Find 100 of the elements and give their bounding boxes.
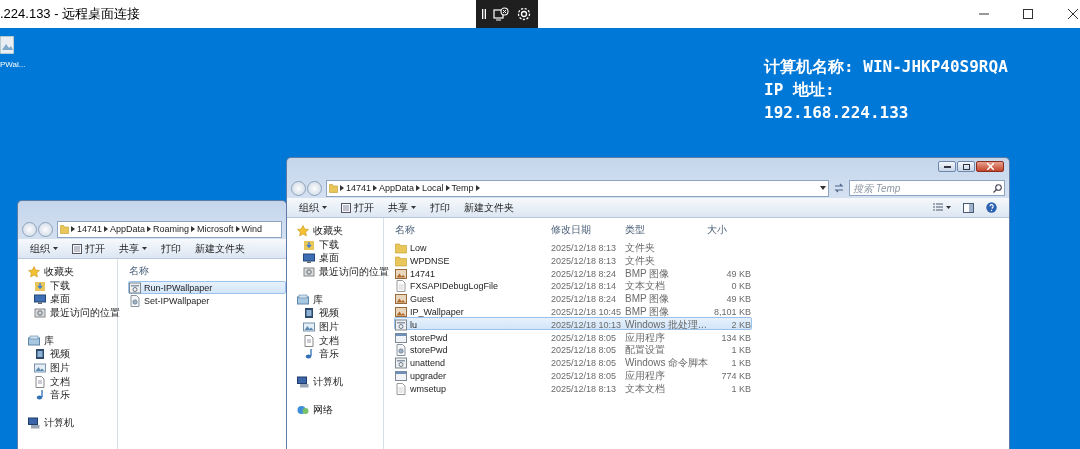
navigation-item[interactable]: 音乐 bbox=[34, 388, 70, 403]
navigation-item[interactable]: 图片 bbox=[34, 361, 70, 375]
toolbar-button[interactable]: 打开 bbox=[341, 200, 374, 215]
program-icon bbox=[395, 331, 407, 344]
view-options-icon[interactable] bbox=[933, 203, 951, 212]
navigation-item[interactable]: 下载 bbox=[303, 237, 339, 252]
toolbar-button[interactable]: 打印 bbox=[161, 241, 181, 256]
desktop-icon-label[interactable]: PWal... bbox=[0, 60, 26, 69]
column-header[interactable]: 名称 bbox=[395, 223, 551, 237]
column-header[interactable]: 大小 bbox=[707, 223, 751, 237]
preview-pane-icon[interactable] bbox=[963, 202, 974, 213]
navigation-item[interactable]: 音乐 bbox=[303, 347, 339, 362]
toolbar-button[interactable]: 新建文件夹 bbox=[195, 241, 245, 256]
file-date: 2025/12/18 8:13 bbox=[551, 255, 618, 266]
navigation-item[interactable]: 最近访问的位置 bbox=[34, 306, 120, 320]
file-size: 1 KB bbox=[730, 358, 751, 369]
toolbar-button[interactable]: 打印 bbox=[430, 200, 450, 215]
file-row[interactable]: Set-IPWallpaper bbox=[128, 293, 286, 307]
file-row[interactable]: IP_Wallpaper 2025/12/18 10:45 BMP 图像 8,101 KB bbox=[394, 304, 752, 317]
address-segment[interactable]: AppData bbox=[379, 183, 415, 193]
address-segment[interactable]: Microsoft bbox=[197, 224, 234, 234]
script-file-icon bbox=[395, 357, 407, 370]
navigation-item[interactable]: 网络 bbox=[297, 402, 333, 417]
file-name: Set-IPWallpaper bbox=[144, 295, 210, 306]
pin-bars-icon[interactable] bbox=[481, 8, 486, 20]
refresh-icon[interactable] bbox=[833, 182, 845, 194]
file-name: wmsetup bbox=[410, 383, 446, 394]
file-row[interactable]: unattend 2025/12/18 8:05 Windows 命令脚本 1 KB bbox=[394, 355, 752, 368]
navigation-item[interactable]: 文档 bbox=[34, 374, 70, 389]
film-icon bbox=[34, 348, 46, 361]
navigation-item[interactable]: 库 bbox=[297, 292, 323, 307]
navigation-item[interactable]: 计算机 bbox=[297, 375, 343, 389]
chevron-icon bbox=[445, 185, 450, 191]
dropdown-caret-icon[interactable] bbox=[820, 186, 826, 190]
file-row[interactable]: wmsetup 2025/12/18 8:13 文本文档 1 KB bbox=[394, 380, 752, 394]
settings-file-icon bbox=[129, 294, 141, 307]
file-row[interactable]: lu 2025/12/18 10:13 Windows 批处理... 2 KB bbox=[394, 316, 752, 330]
picture-icon bbox=[303, 320, 315, 333]
navigation-item[interactable]: 最近访问的位置 bbox=[303, 265, 389, 279]
maximize-button[interactable] bbox=[957, 161, 975, 172]
toolbar-button[interactable]: 共享 bbox=[388, 200, 416, 215]
toolbar-button[interactable]: 组织 bbox=[30, 241, 58, 256]
file-row[interactable]: storePwd 2025/12/18 8:05 应用程序 134 KB bbox=[394, 329, 752, 343]
help-icon[interactable] bbox=[986, 202, 997, 213]
file-row[interactable]: WPDNSE 2025/12/18 8:13 文件夹 bbox=[394, 252, 752, 266]
file-row[interactable]: Low 2025/12/18 8:13 文件夹 bbox=[394, 240, 752, 253]
file-date: 2025/12/18 8:14 bbox=[551, 281, 618, 292]
navigation-item[interactable]: 桌面 bbox=[303, 251, 339, 266]
toolbar-button[interactable]: 打开 bbox=[72, 241, 105, 256]
navigation-item[interactable]: 文档 bbox=[303, 333, 339, 348]
computer-icon bbox=[297, 376, 309, 389]
recent-places-icon bbox=[303, 265, 315, 278]
file-row[interactable]: Guest 2025/12/18 8:24 BMP 图像 49 KB bbox=[394, 291, 752, 304]
navigation-item[interactable]: 库 bbox=[28, 333, 54, 348]
address-segment[interactable]: 14741 bbox=[77, 224, 103, 234]
file-name: unattend bbox=[410, 358, 446, 369]
connection-icon[interactable] bbox=[493, 7, 509, 21]
navigation-item[interactable]: 收藏夹 bbox=[28, 265, 74, 279]
text-file-icon bbox=[395, 280, 407, 293]
info-text: 192.168.224.133 bbox=[764, 102, 910, 124]
navigation-item[interactable]: 计算机 bbox=[28, 416, 74, 430]
address-segment[interactable]: Roaming bbox=[153, 224, 190, 234]
close-button[interactable] bbox=[976, 161, 1004, 172]
library-icon bbox=[28, 334, 40, 347]
navigation-item[interactable]: 桌面 bbox=[34, 292, 70, 307]
file-row[interactable]: upgrader 2025/12/18 8:05 应用程序 774 KB bbox=[394, 367, 752, 381]
toolbar-button[interactable]: 组织 bbox=[299, 200, 327, 215]
file-size: 1 KB bbox=[730, 345, 751, 356]
toolbar-button[interactable]: 新建文件夹 bbox=[464, 200, 514, 215]
navigation-item[interactable]: 图片 bbox=[303, 320, 339, 334]
file-row[interactable]: Run-IPWallpaper bbox=[128, 281, 286, 294]
toolbar-button[interactable]: 共享 bbox=[119, 241, 147, 256]
address-segment[interactable]: Temp bbox=[451, 183, 474, 193]
settings-icon[interactable] bbox=[516, 6, 533, 22]
chevron-icon bbox=[235, 226, 240, 232]
file-row[interactable]: storePwd 2025/12/18 8:05 配置设置 1 KB bbox=[394, 342, 752, 356]
maximize-icon bbox=[1023, 9, 1033, 19]
search-field[interactable]: 搜索 Temp bbox=[849, 180, 1005, 196]
address-segment[interactable]: Local bbox=[422, 183, 444, 193]
minimize-button[interactable] bbox=[938, 161, 956, 172]
address-bar[interactable]: 14741 AppData Local Temp bbox=[326, 179, 829, 197]
navigation-item[interactable]: 下载 bbox=[34, 278, 70, 293]
address-bar[interactable]: 14741 AppData Roaming Microsoft Wind bbox=[57, 220, 282, 238]
address-segment[interactable]: AppData bbox=[110, 224, 146, 234]
column-header[interactable]: 修改日期 bbox=[551, 223, 625, 237]
program-icon bbox=[395, 369, 407, 382]
column-header[interactable]: 名称 bbox=[129, 264, 286, 278]
file-name: WPDNSE bbox=[410, 255, 450, 266]
file-type: BMP 图像 bbox=[625, 266, 671, 280]
navigation-item[interactable]: 收藏夹 bbox=[297, 224, 343, 238]
address-segment[interactable]: Wind bbox=[241, 224, 263, 234]
file-row[interactable]: 14741 2025/12/18 8:24 BMP 图像 49 KB bbox=[394, 265, 752, 279]
navigation-item[interactable]: 视频 bbox=[303, 306, 339, 321]
file-size: 134 KB bbox=[720, 332, 751, 343]
navigation-item[interactable]: 视频 bbox=[34, 347, 70, 362]
column-header[interactable]: 类型 bbox=[625, 223, 707, 237]
address-segment[interactable]: 14741 bbox=[346, 183, 372, 193]
file-row[interactable]: FXSAPIDebugLogFile 2025/12/18 8:14 文本文档 0 KB bbox=[394, 278, 752, 292]
monitor-icon bbox=[303, 252, 315, 265]
file-type: 文件夹 bbox=[625, 241, 656, 255]
